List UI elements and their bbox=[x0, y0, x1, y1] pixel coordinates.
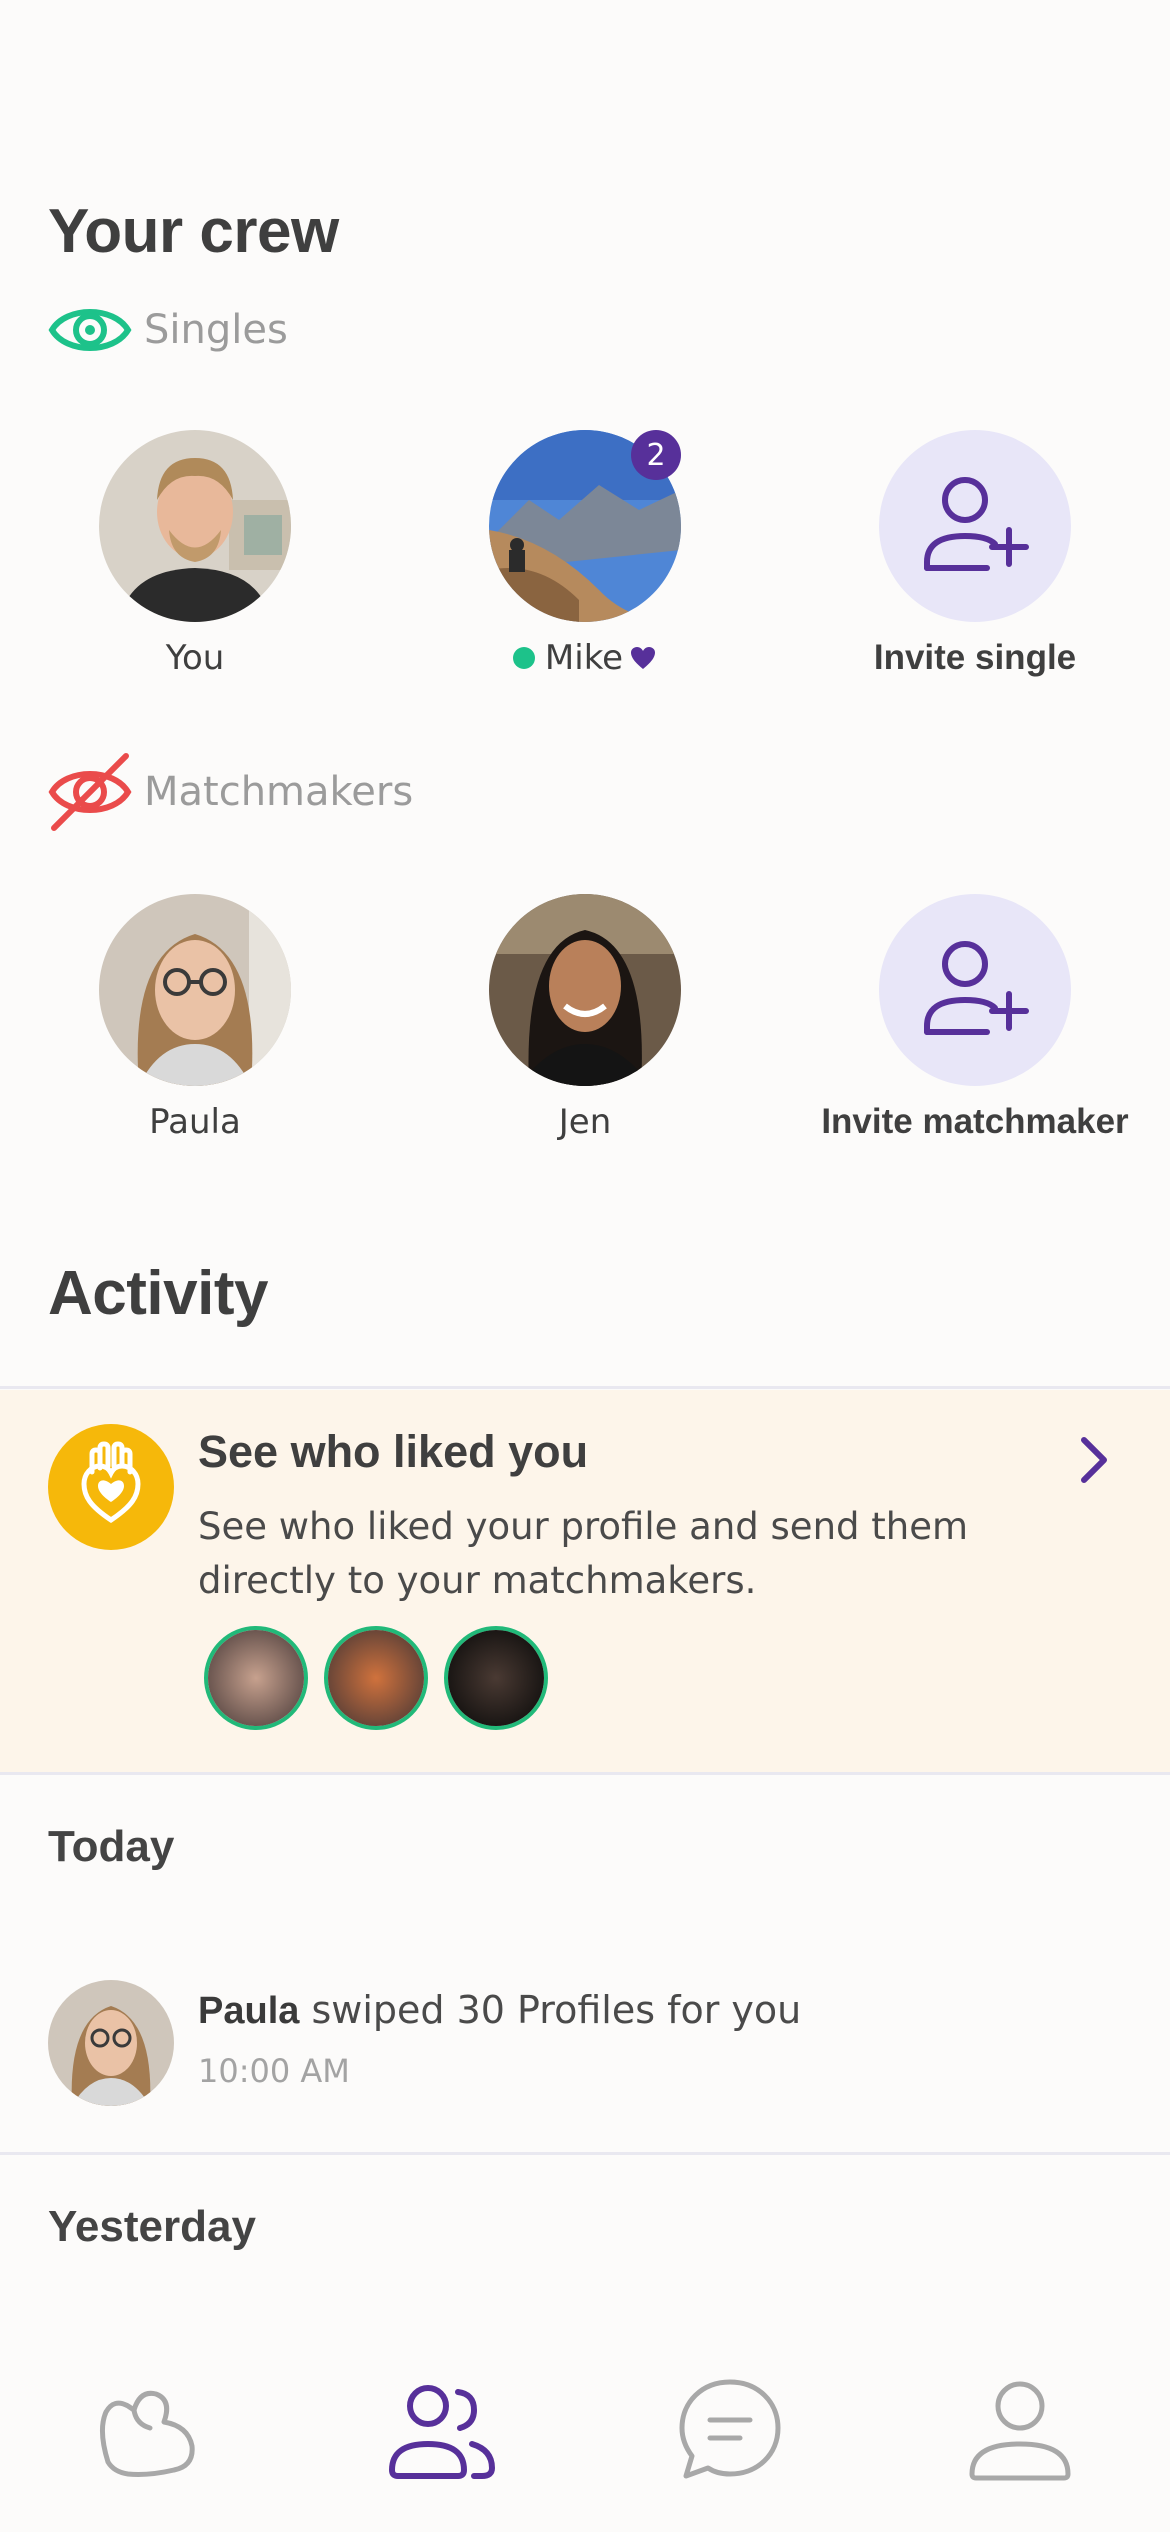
divider bbox=[0, 1386, 1170, 1389]
activity-item[interactable]: Paula swiped 30 Profiles for you 10:00 A… bbox=[48, 1980, 1128, 2110]
crew-icon bbox=[389, 2385, 496, 2479]
blurred-avatar bbox=[444, 1626, 548, 1730]
avatar-paula-image bbox=[99, 894, 291, 1086]
divider bbox=[0, 1772, 1170, 1775]
matchmakers-label: Matchmakers bbox=[144, 769, 414, 815]
crew-name-paula: Paula bbox=[149, 1102, 241, 1142]
crew-name-jen: Jen bbox=[558, 1102, 612, 1142]
tab-likes[interactable] bbox=[88, 2370, 208, 2490]
heart-hand-icon bbox=[100, 2390, 195, 2477]
crew-name-you: You bbox=[165, 638, 225, 678]
tab-profile[interactable] bbox=[960, 2370, 1080, 2490]
online-status-dot bbox=[512, 647, 535, 669]
invite-matchmaker-circle bbox=[879, 894, 1071, 1086]
see-who-liked-you-card[interactable]: See who liked you See who liked your pro… bbox=[0, 1390, 1170, 1772]
invite-single-circle bbox=[879, 430, 1071, 622]
activity-text: Paula swiped 30 Profiles for you bbox=[198, 1988, 802, 2032]
add-user-icon bbox=[924, 941, 1029, 1035]
tab-bar bbox=[0, 2340, 1170, 2532]
add-user-icon bbox=[924, 477, 1029, 571]
yesterday-label: Yesterday bbox=[48, 2202, 256, 2251]
heart-hand-icon bbox=[81, 1441, 141, 1524]
blurred-avatar bbox=[324, 1626, 428, 1730]
crew-member-mike[interactable]: 2 Mike bbox=[405, 430, 765, 678]
liked-avatars bbox=[204, 1626, 548, 1730]
liked-card-title: See who liked you bbox=[198, 1426, 589, 1477]
divider bbox=[0, 2152, 1170, 2155]
avatar bbox=[99, 894, 291, 1086]
chevron-right-icon[interactable] bbox=[1072, 1430, 1116, 1490]
avatar bbox=[48, 1980, 174, 2106]
chat-icon bbox=[679, 2379, 781, 2479]
matchmakers-section-label: Matchmakers bbox=[48, 752, 413, 832]
crew-screen: Your crew Singles You 2 Mike Invite sing… bbox=[0, 0, 1170, 2532]
avatar bbox=[99, 430, 291, 622]
singles-label: Singles bbox=[144, 307, 288, 353]
crew-member-you[interactable]: You bbox=[15, 430, 375, 678]
invite-single-label: Invite single bbox=[873, 638, 1077, 677]
singles-section-label: Singles bbox=[48, 290, 288, 370]
liked-card-description: See who liked your profile and send them… bbox=[198, 1505, 969, 1602]
crew-name-mike: Mike bbox=[405, 638, 765, 678]
crew-member-paula[interactable]: Paula bbox=[15, 894, 375, 1142]
activity-title: Activity bbox=[48, 1259, 268, 1328]
eye-off-icon bbox=[48, 753, 132, 831]
invite-single-button[interactable]: Invite single bbox=[795, 430, 1155, 678]
today-label: Today bbox=[48, 1822, 175, 1871]
avatar-jen-image bbox=[489, 894, 681, 1086]
avatar: 2 bbox=[489, 430, 681, 622]
page-title: Your crew bbox=[48, 197, 339, 266]
invite-matchmaker-button[interactable]: Invite matchmaker bbox=[795, 894, 1155, 1142]
tab-chat[interactable] bbox=[670, 2370, 790, 2490]
crew-member-jen[interactable]: Jen bbox=[405, 894, 765, 1142]
activity-time: 10:00 AM bbox=[198, 2052, 350, 2090]
avatar bbox=[489, 894, 681, 1086]
liked-badge bbox=[48, 1424, 174, 1550]
notification-badge: 2 bbox=[631, 430, 681, 480]
tab-crew[interactable] bbox=[382, 2370, 502, 2490]
invite-matchmaker-label: Invite matchmaker bbox=[821, 1102, 1129, 1141]
profile-icon bbox=[969, 2381, 1071, 2481]
avatar-you-image bbox=[99, 430, 291, 622]
eye-icon bbox=[48, 309, 132, 351]
heart-icon bbox=[631, 647, 656, 669]
blurred-avatar bbox=[204, 1626, 308, 1730]
